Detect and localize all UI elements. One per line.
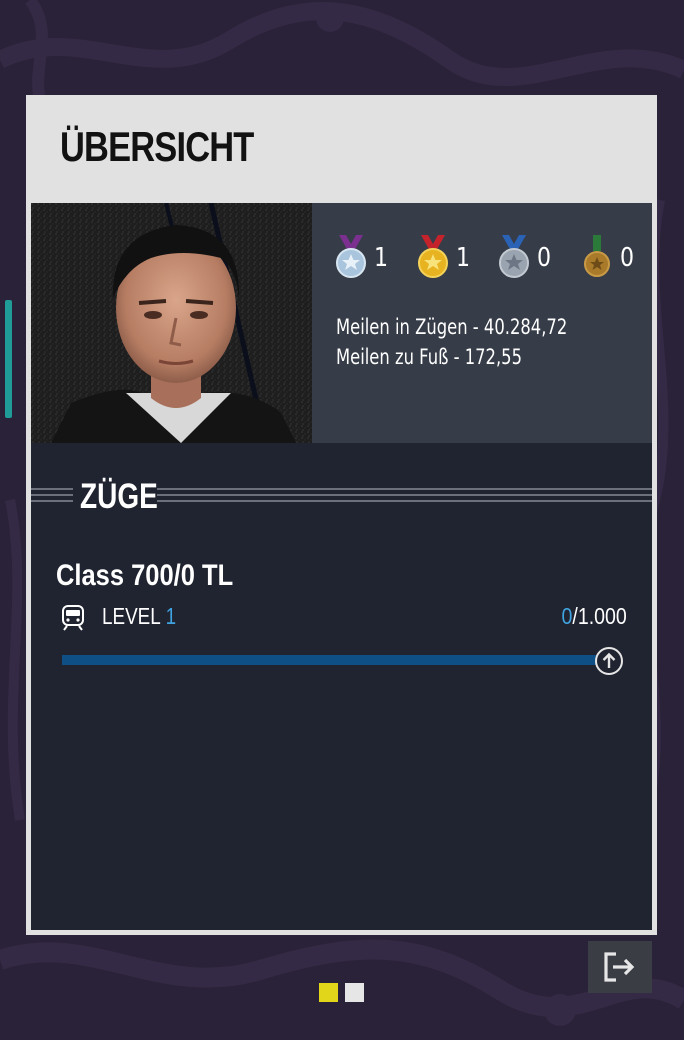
xp-current: 0 — [561, 603, 573, 629]
miles-in-trains: Meilen in Zügen - 40.284,72 — [336, 315, 568, 339]
section-title: ZÜGE — [80, 477, 158, 516]
medal-count: 1 — [456, 243, 471, 273]
level-progress-bar — [62, 655, 602, 665]
overview-panel: ÜBERSICHT 1 1 0 0 Meilen in Zügen - 40.2… — [26, 95, 657, 1002]
header-divider — [31, 488, 73, 502]
green-medal-icon — [584, 235, 610, 277]
header-divider — [157, 488, 652, 502]
level-number: 1 — [165, 603, 177, 629]
side-accent-bar — [5, 300, 12, 418]
exit-button[interactable] — [588, 941, 652, 993]
page-dot-2[interactable] — [345, 983, 364, 1002]
medal-count: 0 — [537, 243, 552, 273]
red-medal-icon — [418, 235, 448, 278]
level-up-icon[interactable] — [594, 646, 624, 676]
page-dot-1[interactable] — [319, 983, 338, 1002]
miles-on-foot: Meilen zu Fuß - 172,55 — [336, 345, 523, 369]
page-title: ÜBERSICHT — [60, 123, 254, 170]
exit-icon — [604, 952, 635, 982]
medal-count: 0 — [620, 243, 635, 273]
blue-medal-icon — [499, 235, 529, 278]
train-icon — [62, 605, 84, 631]
player-avatar — [31, 203, 312, 443]
level-label: LEVEL 1 — [102, 603, 177, 629]
xp-max: /1.000 — [572, 603, 627, 629]
page-indicator — [319, 983, 365, 1003]
panel-content: 1 1 0 0 Meilen in Zügen - 40.284,72 Meil… — [31, 203, 652, 1002]
purple-medal-icon — [336, 235, 366, 278]
xp-readout: 0/1.000 — [562, 603, 627, 630]
train-level-row: LEVEL 1 0/1.000 — [56, 603, 627, 633]
level-progress-fill — [62, 655, 602, 665]
section-header: ZÜGE — [31, 475, 652, 516]
medal-count: 1 — [374, 243, 389, 273]
player-stats: 1 1 0 0 Meilen in Zügen - 40.284,72 Meil… — [312, 203, 652, 443]
train-name: Class 700/0 TL — [56, 559, 234, 592]
